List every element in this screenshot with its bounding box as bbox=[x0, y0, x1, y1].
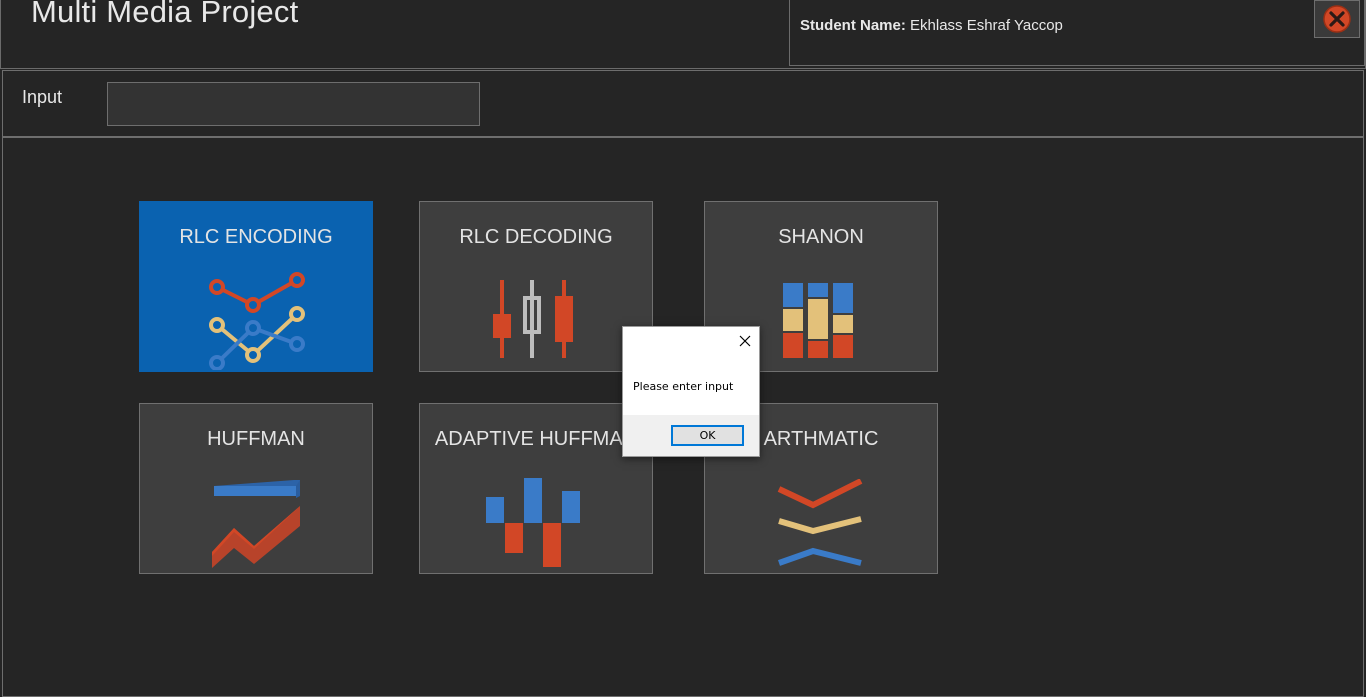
header-bar: Multi Media Project Student Name: Ekhlas… bbox=[0, 0, 1366, 69]
candlestick-chart-icon bbox=[493, 280, 573, 358]
student-info: Student Name: Ekhlass Eshraf Yaccop bbox=[800, 17, 1063, 34]
adaptive-huffman-tile[interactable]: ADAPTIVE HUFFMAN bbox=[419, 403, 653, 574]
input-label: Input bbox=[22, 87, 63, 107]
rlc-encoding-tile[interactable]: RLC ENCODING bbox=[139, 201, 373, 372]
stacked-column-chart-icon bbox=[783, 283, 853, 358]
bar-and-line-chart-icon bbox=[212, 480, 300, 568]
chevron-stack-icon bbox=[777, 479, 863, 566]
tile-label: RLC ENCODING bbox=[179, 226, 333, 248]
waterfall-chart-icon bbox=[486, 478, 580, 567]
tile-label: RLC DECODING bbox=[459, 226, 613, 248]
rlc-decoding-tile[interactable]: RLC DECODING bbox=[419, 201, 653, 372]
ok-button[interactable]: OK bbox=[671, 425, 744, 446]
close-icon[interactable] bbox=[737, 333, 753, 349]
message-dialog: Please enter input OK bbox=[622, 326, 760, 457]
input-field[interactable] bbox=[107, 82, 480, 126]
student-info-box: Student Name: Ekhlass Eshraf Yaccop bbox=[789, 0, 1365, 66]
tile-label: ADAPTIVE HUFFMAN bbox=[434, 428, 638, 450]
dialog-message: Please enter input bbox=[633, 380, 734, 393]
student-name-label: Student Name: bbox=[800, 17, 906, 34]
close-circle-icon bbox=[1323, 5, 1351, 33]
huffman-tile[interactable]: HUFFMAN bbox=[139, 403, 373, 574]
tile-label: HUFFMAN bbox=[207, 428, 305, 450]
student-name-value: Ekhlass Eshraf Yaccop bbox=[910, 17, 1063, 34]
input-panel: Input bbox=[2, 70, 1364, 137]
tile-label: SHANON bbox=[778, 226, 864, 248]
close-app-button[interactable] bbox=[1314, 0, 1360, 38]
app-title: Multi Media Project bbox=[31, 0, 299, 29]
network-line-chart-icon bbox=[209, 272, 305, 370]
dialog-content: Please enter input bbox=[623, 327, 759, 415]
